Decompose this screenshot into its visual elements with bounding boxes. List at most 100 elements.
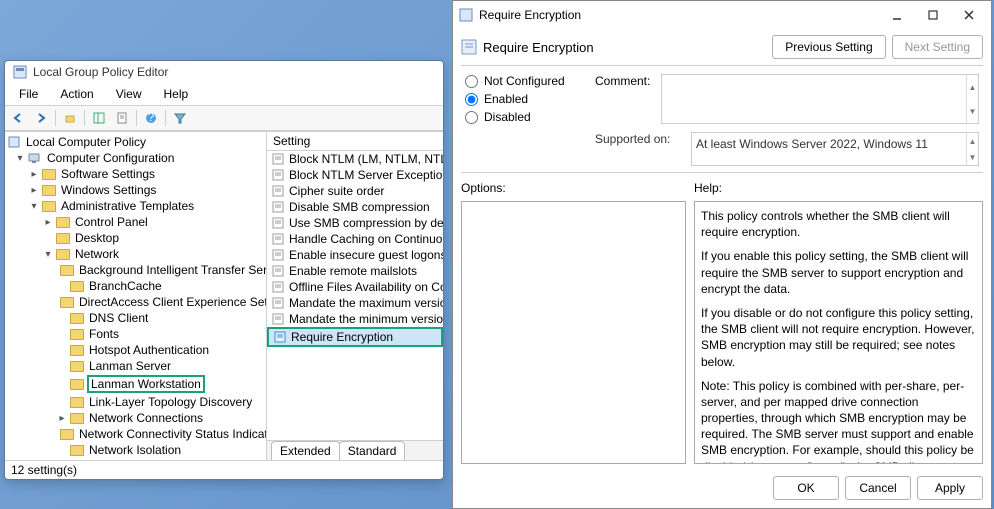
tree-root[interactable]: Local Computer Policy (24, 135, 148, 149)
forward-button[interactable] (30, 108, 52, 128)
show-hide-tree-button[interactable] (88, 108, 110, 128)
folder-icon (42, 201, 56, 212)
list-item[interactable]: Enable remote mailslots (267, 263, 443, 279)
tree-computer-config[interactable]: Computer Configuration (45, 151, 176, 165)
folder-icon (42, 185, 56, 196)
policy-root-icon (7, 135, 21, 149)
setting-icon (271, 280, 285, 294)
setting-icon (271, 216, 285, 230)
list-item[interactable]: Handle Caching on Continuous Availabil (267, 231, 443, 247)
tree-hotspot[interactable]: Hotspot Authentication (87, 343, 211, 357)
list-item[interactable]: Mandate the minimum version of SMB (267, 311, 443, 327)
computer-icon (28, 151, 42, 165)
setting-icon (271, 248, 285, 262)
gpe-title-text: Local Group Policy Editor (33, 65, 168, 79)
properties-button[interactable] (111, 108, 133, 128)
cancel-button[interactable]: Cancel (845, 476, 911, 500)
help-button[interactable]: ? (140, 108, 162, 128)
scroll-down-icon[interactable]: ▼ (966, 99, 978, 123)
tree-ncsi[interactable]: Network Connectivity Status Indicator (77, 427, 267, 441)
list-item-require-encryption[interactable]: Require Encryption (267, 327, 443, 347)
tree-windows-settings[interactable]: Windows Settings (59, 183, 158, 197)
dialog-heading-icon (461, 39, 477, 55)
filter-button[interactable] (169, 108, 191, 128)
tab-standard[interactable]: Standard (339, 441, 406, 460)
menu-file[interactable]: File (9, 85, 48, 103)
tree-lanman-workstation[interactable]: Lanman Workstation (87, 375, 205, 393)
setting-icon (273, 330, 287, 344)
options-box[interactable] (461, 201, 686, 464)
tree-dace[interactable]: DirectAccess Client Experience Settings (77, 295, 267, 309)
folder-icon (42, 169, 56, 180)
setting-icon (271, 168, 285, 182)
folder-icon (56, 217, 70, 228)
help-box[interactable]: This policy controls whether the SMB cli… (694, 201, 983, 464)
list-item[interactable]: Offline Files Availability on Continuous… (267, 279, 443, 295)
tree-network[interactable]: Network (73, 247, 121, 261)
tree-netconn[interactable]: Network Connections (87, 411, 205, 425)
help-paragraph: This policy controls whether the SMB cli… (701, 208, 976, 240)
scroll-up-icon[interactable]: ▲ (966, 75, 978, 99)
options-label: Options: (461, 179, 686, 197)
list-item[interactable]: Cipher suite order (267, 183, 443, 199)
radio-disabled[interactable]: Disabled (465, 110, 575, 124)
expander-icon[interactable]: ▸ (57, 413, 67, 424)
next-setting-button[interactable]: Next Setting (892, 35, 983, 59)
list-item[interactable]: Block NTLM Server Exception List (267, 167, 443, 183)
tree-lltd[interactable]: Link-Layer Topology Discovery (87, 395, 254, 409)
tree-dnsclient[interactable]: DNS Client (87, 311, 150, 325)
tree-pane[interactable]: Local Computer Policy ▾ Computer Configur… (5, 132, 267, 460)
tree-lanman-server[interactable]: Lanman Server (87, 359, 173, 373)
expander-icon[interactable]: ▸ (29, 185, 39, 196)
tree-admin-templates[interactable]: Administrative Templates (59, 199, 196, 213)
tree-desktop[interactable]: Desktop (73, 231, 121, 245)
expander-icon[interactable]: ▾ (43, 249, 53, 260)
expander-icon[interactable]: ▾ (15, 153, 25, 164)
close-button[interactable] (955, 5, 983, 25)
dialog-titlebar[interactable]: Require Encryption (453, 1, 991, 29)
setting-icon (271, 296, 285, 310)
gpe-titlebar[interactable]: Local Group Policy Editor (5, 61, 443, 83)
tab-extended[interactable]: Extended (271, 441, 340, 460)
list-item[interactable]: Use SMB compression by default (267, 215, 443, 231)
tree-software-settings[interactable]: Software Settings (59, 167, 157, 181)
setting-icon (271, 264, 285, 278)
expander-icon[interactable]: ▸ (43, 217, 53, 228)
tree-branchcache[interactable]: BranchCache (87, 279, 164, 293)
radio-not-configured[interactable]: Not Configured (465, 74, 575, 88)
settings-list[interactable]: Block NTLM (LM, NTLM, NTLMv2) Block NTLM… (267, 151, 443, 440)
maximize-button[interactable] (919, 5, 947, 25)
folder-icon (70, 329, 84, 340)
supported-on-value: At least Windows Server 2022, Windows 11… (691, 132, 979, 166)
ok-button[interactable]: OK (773, 476, 839, 500)
list-item[interactable]: Disable SMB compression (267, 199, 443, 215)
tree-netiso[interactable]: Network Isolation (87, 443, 183, 457)
up-button[interactable] (59, 108, 81, 128)
menu-view[interactable]: View (106, 85, 152, 103)
list-item[interactable]: Enable insecure guest logons (267, 247, 443, 263)
comment-textbox[interactable]: ▲▼ (661, 74, 979, 124)
scroll-up-icon[interactable]: ▲ (966, 133, 978, 149)
expander-icon[interactable]: ▾ (29, 201, 39, 212)
setting-icon (271, 232, 285, 246)
back-button[interactable] (7, 108, 29, 128)
scroll-down-icon[interactable]: ▼ (966, 149, 978, 165)
tree-control-panel[interactable]: Control Panel (73, 215, 150, 229)
radio-enabled[interactable]: Enabled (465, 92, 575, 106)
apply-button[interactable]: Apply (917, 476, 983, 500)
minimize-button[interactable] (883, 5, 911, 25)
setting-icon (271, 200, 285, 214)
menu-help[interactable]: Help (154, 85, 199, 103)
folder-icon (60, 265, 74, 276)
list-item[interactable]: Mandate the maximum version of SMB (267, 295, 443, 311)
list-item[interactable]: Block NTLM (LM, NTLM, NTLMv2) (267, 151, 443, 167)
list-header-setting[interactable]: Setting (267, 132, 443, 151)
list-tabs: Extended Standard (267, 440, 443, 460)
previous-setting-button[interactable]: Previous Setting (772, 35, 885, 59)
folder-icon (60, 429, 74, 440)
tree-fonts[interactable]: Fonts (87, 327, 121, 341)
status-bar: 12 setting(s) (5, 460, 443, 479)
menu-action[interactable]: Action (50, 85, 103, 103)
tree-bits[interactable]: Background Intelligent Transfer Service (77, 263, 267, 277)
expander-icon[interactable]: ▸ (29, 169, 39, 180)
